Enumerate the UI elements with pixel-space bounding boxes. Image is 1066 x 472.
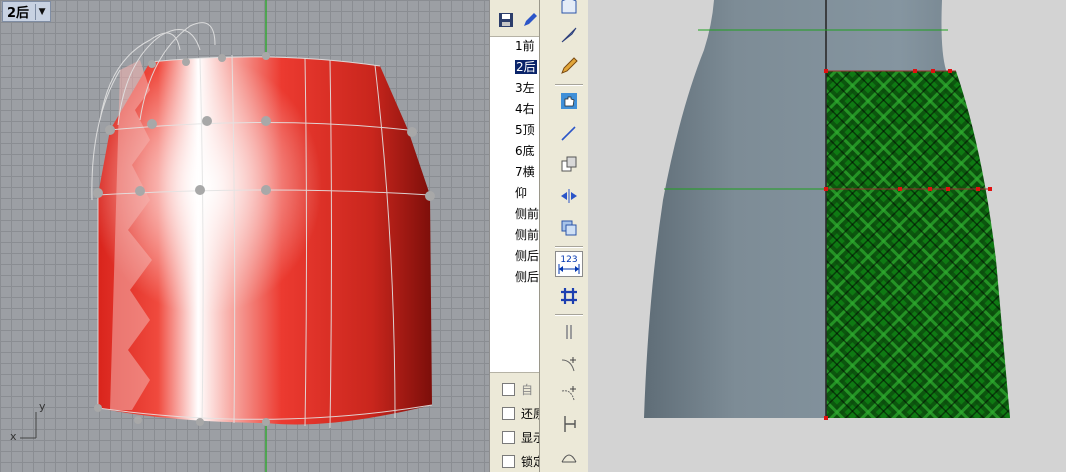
view-list-item-label: 侧后 xyxy=(515,249,540,263)
split-tool-button[interactable] xyxy=(555,319,583,345)
vertical-toolbar: 123 xyxy=(539,0,590,472)
checkbox-box[interactable] xyxy=(502,454,515,468)
option-checkbox[interactable]: 还原 xyxy=(502,403,540,423)
checkbox-box[interactable] xyxy=(502,382,515,396)
checkbox-box[interactable] xyxy=(502,406,515,420)
view-list-item[interactable]: 侧前 xyxy=(490,204,540,225)
view-list-item[interactable]: 1前 xyxy=(490,36,540,57)
arc-icon xyxy=(561,454,577,463)
hand-icon xyxy=(561,93,577,109)
curve-box-icon xyxy=(561,0,577,14)
hand-tool-button[interactable] xyxy=(555,88,583,114)
view-list-item-label: 2后 xyxy=(515,60,537,74)
grid-icon xyxy=(561,288,577,304)
pen-tool-button[interactable] xyxy=(555,53,583,79)
view-list-item[interactable]: 3左 xyxy=(490,78,540,99)
plaid-skirt-panel xyxy=(826,71,1010,418)
view-list-item[interactable]: 侧后 xyxy=(490,246,540,267)
grid-tool-button[interactable] xyxy=(555,283,583,309)
knife-icon xyxy=(561,27,577,43)
axis-y-label: y xyxy=(39,400,46,413)
view-list-item-label: 侧后 xyxy=(515,270,540,284)
axis-triad-icon xyxy=(20,412,37,439)
view-panel: 1前2后3左4右5顶6底7横仰侧前侧前侧后侧后 自还原显示锁定 xyxy=(489,0,540,472)
view-list-item[interactable]: 4右 xyxy=(490,99,540,120)
view-list-item-label: 1前 xyxy=(515,39,535,53)
checkbox-box[interactable] xyxy=(502,430,515,444)
line-tool-button[interactable] xyxy=(555,120,583,146)
options-area: 自还原显示锁定 xyxy=(490,372,540,472)
view-list-item[interactable]: 6底 xyxy=(490,141,540,162)
mirror-tool-button[interactable] xyxy=(555,183,583,209)
curve-add-icon xyxy=(561,357,576,372)
copy-tool-button[interactable] xyxy=(555,151,583,177)
pen-icon xyxy=(561,57,578,74)
checkbox-label: 自 xyxy=(521,382,534,397)
view-list: 1前 2后 3左 4右 5顶 6底 7横仰侧前 侧前 侧后 侧后 xyxy=(490,36,540,288)
dimension-arrow-icon xyxy=(558,264,580,274)
render-viewport[interactable] xyxy=(588,0,1066,472)
view-list-item-label: 7横 xyxy=(515,165,535,179)
mirror-icon xyxy=(561,189,577,203)
option-checkbox[interactable]: 自 xyxy=(502,379,533,399)
panel-toolbar xyxy=(490,0,540,37)
copy-icon xyxy=(561,156,577,172)
mannequin-render xyxy=(644,0,1010,420)
view-list-item-label: 3左 xyxy=(515,81,535,95)
align-icon xyxy=(564,416,576,432)
chevron-down-icon[interactable]: ▼ xyxy=(35,3,48,20)
knife-tool-button[interactable] xyxy=(555,22,583,48)
viewport-title: 2后 xyxy=(7,6,30,21)
save-icon[interactable] xyxy=(498,12,514,28)
checkbox-label: 显示 xyxy=(521,430,540,445)
option-checkbox[interactable]: 锁定 xyxy=(502,451,540,471)
back-viewport[interactable]: y x 2后 ▼ xyxy=(0,0,489,472)
view-list-item[interactable]: 仰 xyxy=(490,183,540,204)
view-list-item-label: 侧前 xyxy=(515,228,540,242)
layer-tool-button[interactable] xyxy=(555,215,583,241)
shape-tool-button[interactable] xyxy=(555,0,583,20)
viewport-title-dropdown[interactable]: 2后 ▼ xyxy=(2,1,52,22)
add-curve-point-button[interactable] xyxy=(555,351,583,377)
checkbox-label: 还原 xyxy=(521,406,540,421)
view-list-item-label: 6底 xyxy=(515,144,535,158)
view-list-item[interactable]: 侧前 xyxy=(490,225,540,246)
line-icon xyxy=(561,126,576,141)
view-list-item[interactable]: 7横 xyxy=(490,162,540,183)
arc-tool-button[interactable] xyxy=(555,443,583,469)
view-list-item-label: 仰 xyxy=(515,186,528,200)
view-list-item-label: 4右 xyxy=(515,102,535,116)
layers-icon xyxy=(561,220,577,236)
skirt-model-render: y x xyxy=(10,0,435,472)
dimension-tool-button[interactable]: 123 xyxy=(555,251,583,277)
view-list-item[interactable]: 侧后 xyxy=(490,267,540,288)
edit-icon[interactable] xyxy=(522,12,538,28)
align-tool-button[interactable] xyxy=(555,411,583,437)
view-list-item-label: 5顶 xyxy=(515,123,535,137)
view-list-item-label: 侧前 xyxy=(515,207,540,221)
checkbox-label: 锁定 xyxy=(521,454,540,469)
split-icon xyxy=(566,325,572,339)
view-list-item[interactable]: 2后 xyxy=(490,57,540,78)
add-curve-point-2-button[interactable] xyxy=(555,380,583,406)
curve-add-icon xyxy=(561,386,576,401)
view-list-item[interactable]: 5顶 xyxy=(490,120,540,141)
option-checkbox[interactable]: 显示 xyxy=(502,427,540,447)
axis-x-label: x xyxy=(10,430,17,443)
